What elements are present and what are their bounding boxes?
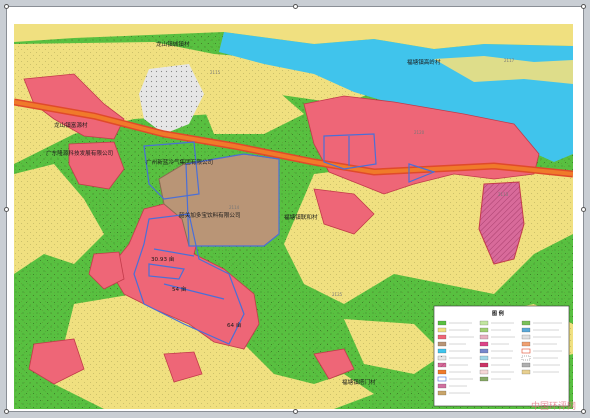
zone-code-5: 2117 <box>504 58 515 63</box>
parcel-area-label-3: 64 亩 <box>227 321 242 329</box>
resize-handle-bottom-right[interactable] <box>581 409 586 414</box>
zone-code-4: 2113 <box>498 192 509 197</box>
resize-handle-bottom[interactable] <box>293 409 298 414</box>
resize-handle-left[interactable] <box>4 207 9 212</box>
company-label-1: 广东隆源科技发展有限公司 <box>46 149 113 157</box>
company-label-2: 广州新蓝冷气集团有限公司 <box>146 158 213 166</box>
resize-handle-top[interactable] <box>293 4 298 9</box>
village-label-center: 福塘镇联和村 <box>284 213 318 221</box>
village-label-top: 龙山镇城镇村 <box>156 40 190 48</box>
land-use-map: 2115 2120 2114 2113 2117 2125 龙山镇城镇村 福塘镇… <box>14 24 573 409</box>
resize-handle-top-right[interactable] <box>581 4 586 9</box>
parcel-area-label-1: 30.93 亩 <box>151 255 175 263</box>
resize-handle-right[interactable] <box>581 207 586 212</box>
watermark: 中国环评网 <box>530 402 576 412</box>
zone-code-6: 2125 <box>332 292 343 297</box>
village-label-left: 龙山镇富源村 <box>54 121 88 129</box>
parcel-area-label-2: 54 亩 <box>172 285 187 293</box>
zone-code-3: 2114 <box>229 205 240 210</box>
zone-code-2: 2120 <box>414 130 425 135</box>
company-label-3: 韶关加多宝饮料有限公司 <box>179 211 241 219</box>
resize-handle-top-left[interactable] <box>4 4 9 9</box>
zone-code-1: 2115 <box>210 70 221 75</box>
legend-title: 图 例 <box>492 310 504 317</box>
map-legend: 图 例 <box>433 305 570 407</box>
resize-handle-bottom-left[interactable] <box>4 409 9 414</box>
village-label-bottom: 福塘镇塔门村 <box>342 378 376 386</box>
map-viewer: 2115 2120 2114 2113 2117 2125 龙山镇城镇村 福塘镇… <box>0 0 590 418</box>
village-label-top-right: 福塘镇高岭村 <box>407 58 441 66</box>
